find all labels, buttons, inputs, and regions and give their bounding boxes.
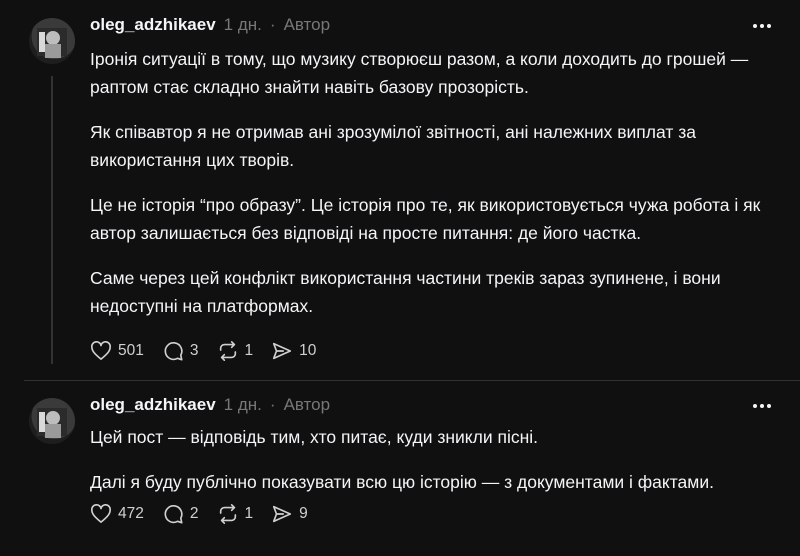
repost-icon: [219, 341, 236, 361]
author-badge: Автор: [283, 15, 331, 34]
paragraph: Цей пост — відповідь тим, хто питає, куд…: [90, 427, 539, 447]
like-button[interactable]: 472: [90, 504, 144, 524]
post: oleg_adzhikaev 1 дн. · Автор Цей пост — …: [0, 380, 800, 556]
share-count: 9: [299, 505, 308, 522]
post-header: oleg_adzhikaev 1 дн. · Автор: [90, 15, 330, 35]
paragraph: Саме через цей конфлікт використання час…: [90, 268, 721, 316]
comment-icon: [164, 505, 183, 524]
repost-count: 1: [244, 342, 254, 359]
reply-count: 2: [189, 505, 199, 522]
action-bar: 501 3 1 10: [90, 340, 334, 362]
share-icon: [273, 342, 292, 360]
action-bar: 472 2 1 9: [90, 503, 326, 525]
paragraph: Як співавтор я не отримав ані зрозумілої…: [90, 122, 696, 170]
heart-icon: [91, 341, 111, 360]
paragraph: Це не історія “про образу”. Це історія п…: [90, 195, 761, 243]
author-badge: Автор: [283, 395, 331, 414]
repost-button[interactable]: 1: [217, 340, 254, 362]
timestamp[interactable]: 1 дн.: [224, 395, 262, 415]
share-button[interactable]: 9: [271, 503, 308, 525]
repost-icon: [219, 504, 236, 524]
timestamp[interactable]: 1 дн.: [224, 15, 262, 35]
avatar-image: [37, 408, 67, 438]
reply-button[interactable]: 3: [162, 340, 199, 362]
paragraph: Далі я буду публічно показувати всю цю і…: [90, 472, 714, 492]
reply-count: 3: [189, 342, 199, 359]
username[interactable]: oleg_adzhikaev: [90, 15, 216, 35]
post-header: oleg_adzhikaev 1 дн. · Автор: [90, 395, 330, 415]
reply-button[interactable]: 2: [162, 503, 199, 525]
share-count: 10: [299, 342, 317, 359]
avatar[interactable]: [29, 398, 75, 444]
avatar[interactable]: [29, 18, 75, 64]
post-body: Іронія ситуації в тому, що музику створю…: [90, 45, 780, 337]
share-icon: [273, 505, 292, 523]
share-button[interactable]: 10: [271, 340, 316, 362]
more-dots-icon[interactable]: [750, 14, 774, 38]
avatar-image: [37, 28, 67, 58]
separator: ·: [269, 15, 276, 34]
like-count: 472: [118, 505, 144, 522]
separator: ·: [269, 395, 276, 414]
repost-button[interactable]: 1: [217, 503, 254, 525]
comment-icon: [164, 342, 183, 361]
like-button[interactable]: 501: [90, 341, 144, 361]
repost-count: 1: [244, 505, 254, 522]
more-dots-icon[interactable]: [750, 394, 774, 418]
post: oleg_adzhikaev 1 дн. · Автор Іронія ситу…: [0, 0, 800, 380]
like-count: 501: [118, 342, 144, 359]
paragraph: Іронія ситуації в тому, що музику створю…: [90, 49, 749, 97]
thread-line: [51, 76, 53, 364]
username[interactable]: oleg_adzhikaev: [90, 395, 216, 415]
post-body: Цей пост — відповідь тим, хто питає, куд…: [90, 423, 780, 513]
heart-icon: [91, 504, 111, 523]
